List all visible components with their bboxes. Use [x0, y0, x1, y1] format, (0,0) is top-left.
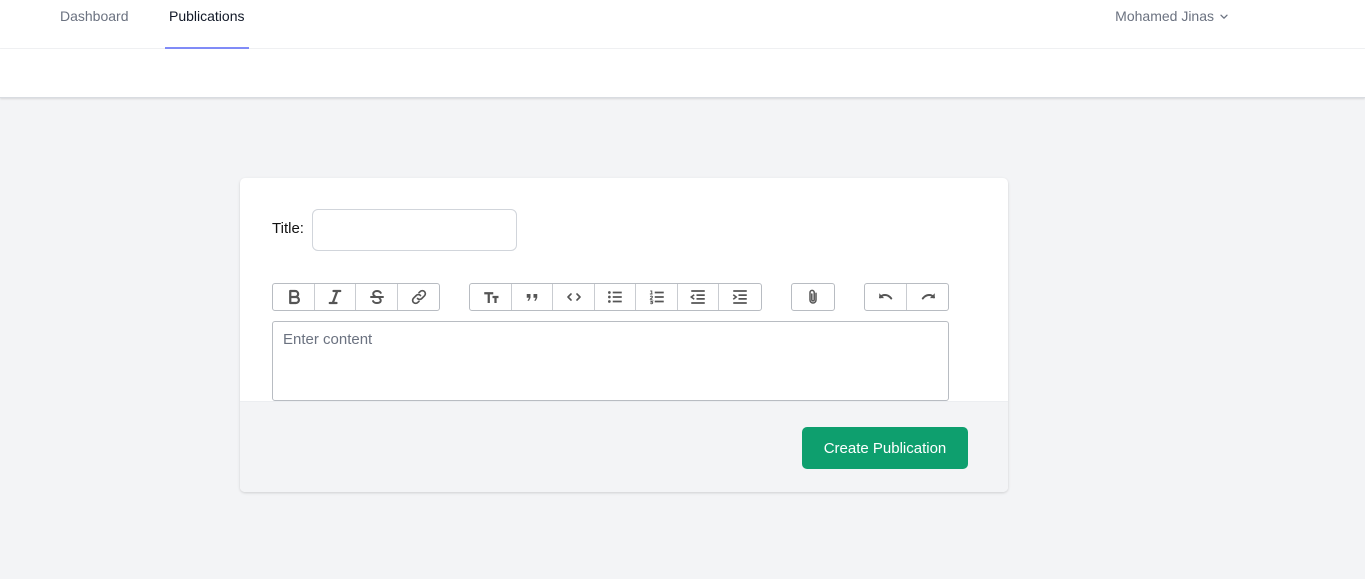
content-placeholder: Enter content	[283, 331, 373, 348]
redo-icon	[921, 293, 935, 300]
create-publication-button[interactable]: Create Publication	[802, 427, 968, 469]
user-menu[interactable]: Mohamed Jinas	[1115, 0, 1230, 33]
page-header	[0, 49, 1365, 98]
top-navigation: Dashboard Publications Mohamed Jinas	[0, 0, 1365, 49]
bullet-list-icon	[608, 291, 622, 303]
undo-button[interactable]	[865, 284, 907, 310]
bold-icon	[288, 289, 300, 305]
title-label: Title:	[272, 220, 304, 237]
outdent-button[interactable]	[678, 284, 719, 310]
toolbar-text-tools	[272, 283, 440, 311]
undo-icon	[878, 293, 892, 300]
form-footer: Create Publication	[240, 401, 1008, 492]
strikethrough-button[interactable]	[356, 284, 398, 310]
heading-button[interactable]	[470, 284, 512, 310]
italic-icon	[328, 289, 342, 305]
nav-link-publications[interactable]: Publications	[165, 0, 248, 49]
bold-button[interactable]	[273, 284, 315, 310]
quote-button[interactable]	[512, 284, 553, 310]
user-name: Mohamed Jinas	[1115, 8, 1214, 24]
toolbar-history-tools	[864, 283, 949, 311]
toolbar-file-tools	[791, 283, 835, 311]
title-input[interactable]	[312, 209, 517, 251]
attach-icon	[809, 289, 817, 304]
nav-link-dashboard[interactable]: Dashboard	[60, 0, 129, 49]
redo-button[interactable]	[907, 284, 948, 310]
indent-button[interactable]	[719, 284, 761, 310]
italic-button[interactable]	[315, 284, 356, 310]
link-button[interactable]	[398, 284, 439, 310]
code-icon	[566, 293, 581, 301]
bullet-list-button[interactable]	[595, 284, 636, 310]
content-editor[interactable]: Enter content	[272, 321, 949, 401]
link-icon	[411, 289, 426, 305]
code-button[interactable]	[553, 284, 595, 310]
attach-files-button[interactable]	[792, 284, 834, 310]
outdent-icon	[690, 290, 705, 304]
indent-icon	[732, 290, 747, 304]
toolbar-block-tools	[469, 283, 762, 311]
chevron-down-icon	[1220, 14, 1228, 19]
quote-icon	[526, 294, 538, 301]
numbered-list-button[interactable]	[636, 284, 678, 310]
numbered-list-icon	[649, 290, 664, 305]
strikethrough-icon	[369, 290, 384, 304]
heading-icon	[483, 292, 498, 303]
publication-form-card: Title: Enter content Create Publication	[240, 178, 1008, 492]
